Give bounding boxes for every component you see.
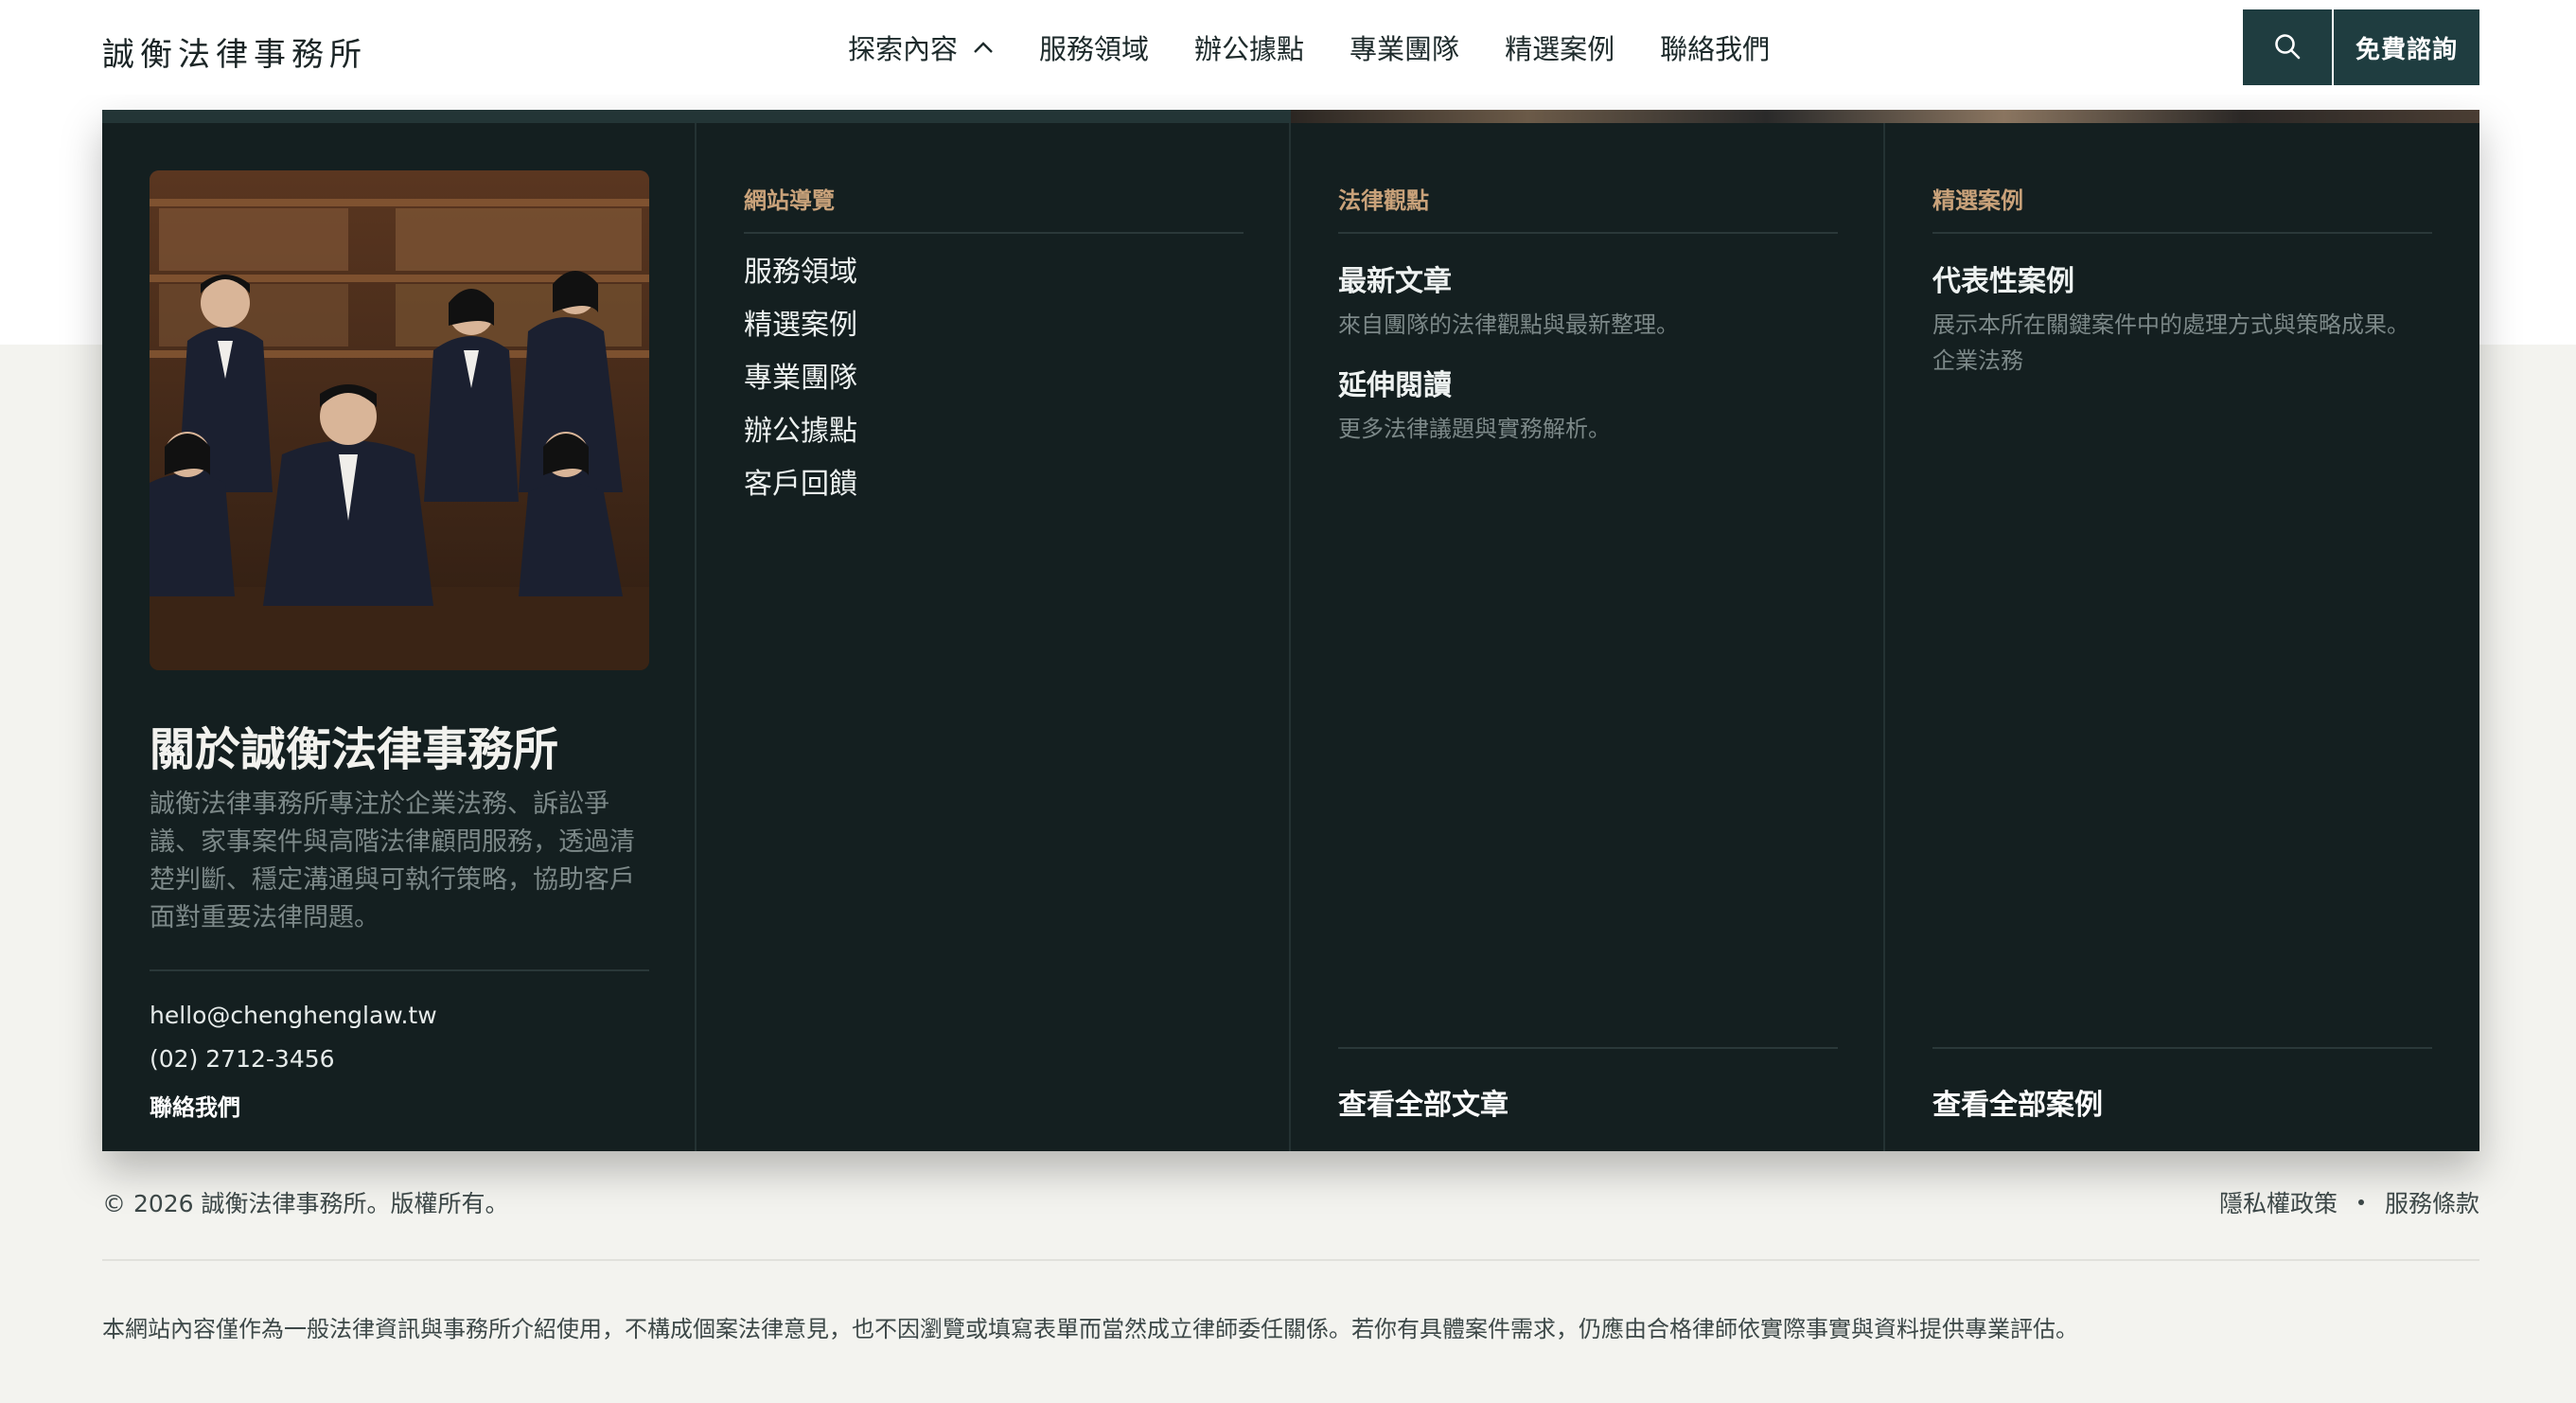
contact-email[interactable]: hello@chenghenglaw.tw <box>150 1002 437 1029</box>
nav-explore[interactable]: 探索內容 <box>848 27 994 67</box>
privacy-policy-link[interactable]: 隱私權政策 <box>2219 1185 2338 1219</box>
legal-disclaimer: 本網站內容僅作為一般法律資訊與事務所介紹使用，不構成個案法律意見，也不因瀏覽或填… <box>102 1316 2078 1342</box>
site-nav-item[interactable]: 精選案例 <box>744 299 857 352</box>
search-icon <box>2273 32 2302 63</box>
case-entry-title: 代表性案例 <box>1932 265 2074 298</box>
insights-heading: 法律觀點 <box>1338 182 1838 234</box>
view-all-articles-link[interactable]: 查看全部文章 <box>1338 1081 1509 1123</box>
nav-cases[interactable]: 精選案例 <box>1505 27 1614 67</box>
cases-footer-divider <box>1932 1047 2432 1049</box>
insights-column: 法律觀點 最新文章 來自團隊的法律觀點與最新整理。 延伸閱讀 更多法律議題與實務… <box>1291 123 1885 1151</box>
site-nav-item[interactable]: 服務領域 <box>744 246 857 299</box>
site-nav-item[interactable]: 辦公據點 <box>744 405 857 458</box>
terms-link[interactable]: 服務條款 <box>2385 1185 2479 1219</box>
case-entry-desc: 展示本所在關鍵案件中的處理方式與策略成果。 <box>1932 311 2409 338</box>
separator-dot <box>2357 1199 2364 1205</box>
team-photo <box>150 170 649 670</box>
about-divider <box>150 969 649 971</box>
insight-entry-desc: 更多法律議題與實務解析。 <box>1338 416 1611 442</box>
nav-contact[interactable]: 聯絡我們 <box>1660 27 1770 67</box>
about-column: 關於誠衡法律事務所 誠衡法律事務所專注於企業法務、訴訟爭議、家事案件與高階法律顧… <box>102 123 697 1151</box>
search-button[interactable] <box>2243 9 2332 85</box>
cases-heading: 精選案例 <box>1932 182 2432 234</box>
site-nav-heading: 網站導覽 <box>744 182 1244 234</box>
site-nav-list: 服務領域 精選案例 專業團隊 辦公據點 客戶回饋 <box>744 246 857 511</box>
nav-services[interactable]: 服務領域 <box>1039 27 1149 67</box>
footer-links: 隱私權政策 服務條款 <box>2219 1185 2479 1219</box>
view-all-cases-link[interactable]: 查看全部案例 <box>1932 1081 2103 1123</box>
mega-menu: 關於誠衡法律事務所 誠衡法律事務所專注於企業法務、訴訟爭議、家事案件與高階法律顧… <box>102 110 2479 1151</box>
insight-entry-desc: 來自團隊的法律觀點與最新整理。 <box>1338 311 1679 338</box>
nav-explore-label: 探索內容 <box>848 33 959 65</box>
about-title: 關於誠衡法律事務所 <box>150 723 559 776</box>
site-logo[interactable]: 誠衡法律事務所 <box>102 28 367 75</box>
chevron-up-icon <box>973 41 994 54</box>
insight-entry-title: 延伸閱讀 <box>1338 369 1452 402</box>
nav-team[interactable]: 專業團隊 <box>1350 27 1459 67</box>
cases-column: 精選案例 代表性案例 展示本所在關鍵案件中的處理方式與策略成果。 企業法務 查看… <box>1885 123 2479 1151</box>
copyright-text: © 2026 誠衡法律事務所。版權所有。 <box>102 1190 509 1217</box>
insight-entry-title: 最新文章 <box>1338 265 1452 298</box>
insights-footer-divider <box>1338 1047 1838 1049</box>
nav-offices[interactable]: 辦公據點 <box>1194 27 1304 67</box>
site-nav-item[interactable]: 專業團隊 <box>744 352 857 405</box>
mega-top-strip <box>102 110 2479 123</box>
site-nav-item[interactable]: 客戶回饋 <box>744 458 857 511</box>
hero-photo-slice <box>1291 110 2479 123</box>
case-entry-tag: 企業法務 <box>1932 347 2023 374</box>
about-description: 誠衡法律事務所專注於企業法務、訴訟爭議、家事案件與高階法律顧問服務，透過清楚判斷… <box>150 790 635 932</box>
case-entry-representative[interactable]: 代表性案例 展示本所在關鍵案件中的處理方式與策略成果。 企業法務 <box>1932 258 2444 379</box>
top-navigation: 誠衡法律事務所 探索內容 服務領域 辦公據點 專業團隊 精選案例 聯絡我們 免費… <box>0 0 2576 95</box>
site-nav-column: 網站導覽 服務領域 精選案例 專業團隊 辦公據點 客戶回饋 <box>697 123 1291 1151</box>
footer-divider <box>102 1259 2479 1261</box>
contact-phone[interactable]: (02) 2712-3456 <box>150 1045 335 1073</box>
contact-us-link[interactable]: 聯絡我們 <box>150 1089 240 1122</box>
main-nav: 探索內容 服務領域 辦公據點 專業團隊 精選案例 聯絡我們 <box>848 28 1770 66</box>
free-consultation-button[interactable]: 免費諮詢 <box>2334 9 2479 85</box>
insight-entry-further[interactable]: 延伸閱讀 更多法律議題與實務解析。 <box>1338 362 1849 447</box>
insight-entry-latest[interactable]: 最新文章 來自團隊的法律觀點與最新整理。 <box>1338 258 1849 343</box>
